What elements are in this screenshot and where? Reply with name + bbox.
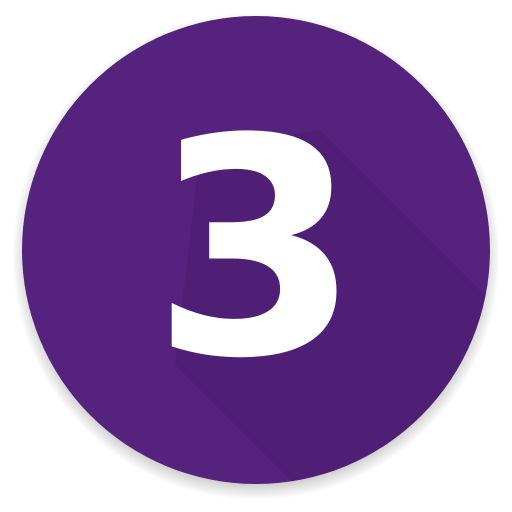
circle-background	[12, 12, 500, 500]
app-icon[interactable]: 3	[0, 0, 512, 512]
